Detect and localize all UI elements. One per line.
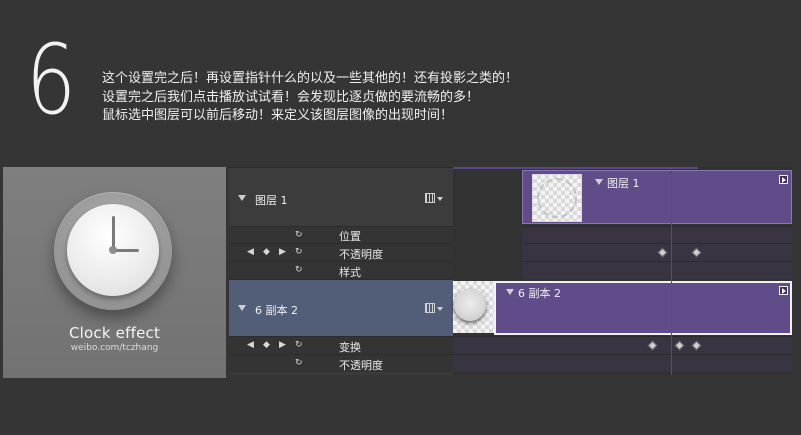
instruction-line-3: 鼠标选中图层可以前后移动！来定义该图层图像的出现时间！ — [102, 108, 454, 123]
property-row-opacity[interactable]: ↻ 不透明度 — [229, 354, 453, 372]
chevron-down-icon[interactable] — [437, 307, 443, 311]
play-end-icon[interactable] — [779, 175, 788, 184]
clock-bezel — [54, 192, 172, 310]
disclosure-triangle-icon[interactable] — [238, 195, 246, 201]
stopwatch-icon[interactable]: ↻ — [295, 230, 303, 240]
clock-center-pin — [109, 246, 117, 254]
keyframe-marker[interactable] — [674, 340, 685, 351]
clock-face — [67, 204, 159, 296]
prev-keyframe-icon[interactable]: ◀ — [247, 247, 254, 257]
bar-label: 6 副本 2 — [518, 287, 561, 300]
layer-name: 图层 1 — [255, 194, 288, 207]
stopwatch-icon[interactable]: ↻ — [295, 247, 303, 257]
play-end-icon[interactable] — [779, 286, 788, 295]
keyframe-marker[interactable] — [691, 247, 702, 258]
chevron-down-icon[interactable] — [437, 197, 443, 201]
add-keyframe-icon[interactable]: ◆ — [263, 340, 270, 350]
track-row-position — [522, 226, 792, 243]
work-area-bar — [453, 167, 698, 169]
layer-duration-bar-1[interactable]: 图层 1 — [522, 170, 792, 224]
thumbnail-disc — [454, 289, 486, 321]
clock-preview: Clock effect weibo.com/tczhang — [3, 167, 226, 378]
stopwatch-icon[interactable]: ↻ — [295, 265, 303, 275]
step-number: 6 — [26, 24, 77, 136]
track-row-style — [522, 261, 792, 279]
disclosure-triangle-icon[interactable] — [506, 289, 514, 295]
property-row-style[interactable]: ↻ 样式 — [229, 261, 453, 279]
timeline-tracks: 图层 1 6 副本 2 — [453, 167, 792, 375]
thumbnail-circle — [537, 178, 577, 218]
layer-row-1[interactable]: 图层 1 — [229, 167, 453, 226]
next-keyframe-icon[interactable]: ▶ — [279, 247, 286, 257]
disclosure-triangle-icon[interactable] — [595, 179, 603, 185]
property-name: 不透明度 — [339, 248, 383, 261]
track-row-opacity — [453, 354, 792, 372]
track-row-opacity — [522, 243, 792, 261]
keyframe-marker[interactable] — [691, 340, 702, 351]
layer-thumbnail — [532, 174, 582, 222]
property-row-transform[interactable]: ◀ ◆ ▶ ↻ 变换 — [229, 336, 453, 354]
film-strip-icon[interactable] — [425, 193, 435, 203]
stopwatch-icon[interactable]: ↻ — [295, 340, 303, 350]
property-name: 位置 — [339, 230, 361, 243]
preview-watermark: weibo.com/tczhang — [70, 343, 159, 353]
keyframe-marker[interactable] — [657, 247, 668, 258]
property-row-position[interactable]: ↻ 位置 — [229, 226, 453, 243]
bar-label: 图层 1 — [607, 177, 640, 190]
layer-name: 6 副本 2 — [255, 304, 298, 317]
layer-thumbnail — [453, 281, 495, 333]
property-name: 变换 — [339, 341, 361, 354]
stopwatch-icon[interactable]: ↻ — [295, 358, 303, 368]
prev-keyframe-icon[interactable]: ◀ — [247, 340, 254, 350]
timeline-panel: 图层 1 ↻ 位置 ◀ ◆ ▶ ↻ 不透明度 ↻ 样式 6 副本 2 ◀ ◆ ▶… — [229, 167, 792, 375]
playhead[interactable] — [671, 167, 672, 375]
layer-row-2[interactable]: 6 副本 2 — [229, 279, 453, 336]
property-name: 样式 — [339, 266, 361, 279]
preview-title: Clock effect — [68, 324, 161, 342]
film-strip-icon[interactable] — [425, 303, 435, 313]
property-name: 不透明度 — [339, 359, 383, 372]
layer-duration-bar-2[interactable]: 6 副本 2 — [494, 281, 792, 335]
track-row-transform — [453, 336, 792, 354]
instruction-line-2: 设置完之后我们点击播放试试看！会发现比逐贞做的要流畅的多！ — [102, 89, 480, 105]
property-row-opacity[interactable]: ◀ ◆ ▶ ↻ 不透明度 — [229, 243, 453, 261]
keyframe-marker[interactable] — [647, 340, 658, 351]
next-keyframe-icon[interactable]: ▶ — [279, 340, 286, 350]
layer-list: 图层 1 ↻ 位置 ◀ ◆ ▶ ↻ 不透明度 ↻ 样式 6 副本 2 ◀ ◆ ▶… — [229, 167, 453, 375]
add-keyframe-icon[interactable]: ◆ — [263, 247, 270, 257]
instruction-text: 这个设置完之后！再设置指针什么的以及一些其他的！还有投影之类的！ 设置完之后我们… — [102, 70, 518, 126]
instruction-line-1: 这个设置完之后！再设置指针什么的以及一些其他的！还有投影之类的！ — [102, 71, 519, 86]
disclosure-triangle-icon[interactable] — [238, 305, 246, 311]
